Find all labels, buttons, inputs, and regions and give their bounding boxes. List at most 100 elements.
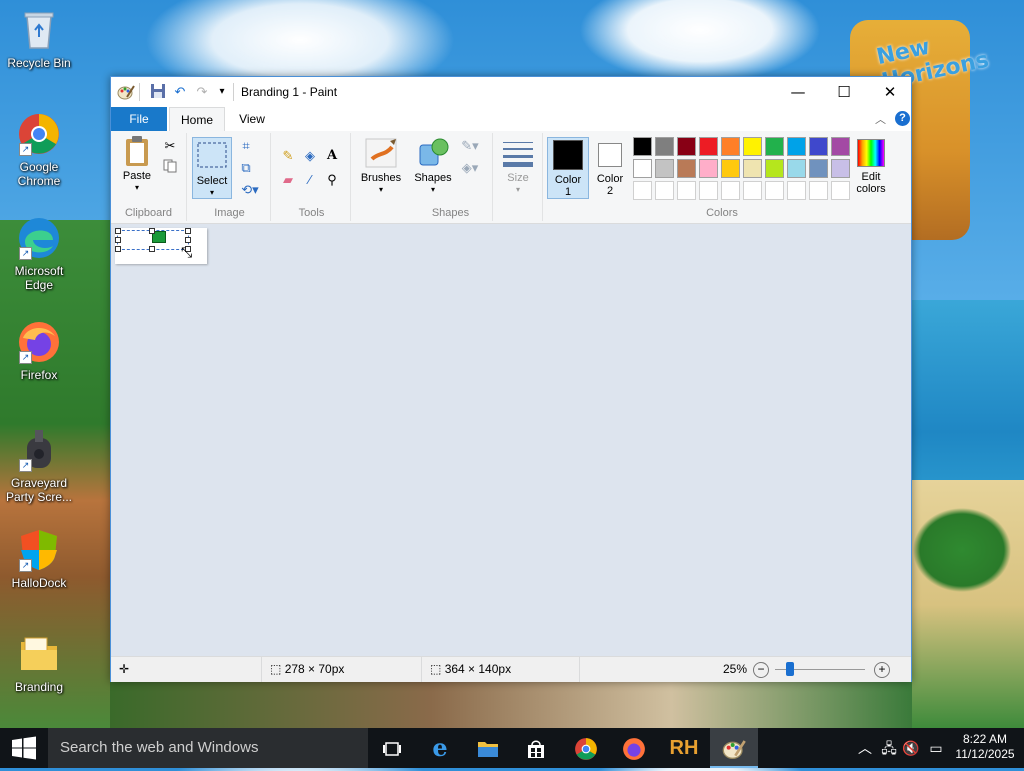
volume-muted-icon[interactable]: 🔇 xyxy=(900,728,922,768)
color-swatch[interactable] xyxy=(787,137,806,156)
resize-handle[interactable] xyxy=(149,228,155,234)
drawing-canvas[interactable]: ⤡ xyxy=(115,228,207,264)
start-button[interactable] xyxy=(0,728,48,768)
color1-button[interactable]: Color 1 xyxy=(547,137,589,199)
color-swatch[interactable] xyxy=(633,159,652,178)
help-icon[interactable]: ? xyxy=(895,111,910,126)
canvas-area[interactable]: ⤡ xyxy=(111,224,911,656)
shapes-button[interactable]: Shapes ▾ xyxy=(413,137,453,196)
color-swatch[interactable] xyxy=(677,137,696,156)
desktop-icon-edge[interactable]: ↗ Microsoft Edge xyxy=(0,216,78,292)
color-swatch[interactable] xyxy=(809,159,828,178)
custom-color-slot[interactable] xyxy=(765,181,784,200)
color-swatch[interactable] xyxy=(765,137,784,156)
firefox-icon[interactable] xyxy=(610,728,658,768)
custom-color-slot[interactable] xyxy=(633,181,652,200)
color-swatch[interactable] xyxy=(743,159,762,178)
maximize-button[interactable]: ☐ xyxy=(821,77,867,107)
magnifier-icon[interactable]: ⚲ xyxy=(323,171,341,189)
color-picker-icon[interactable]: ⁄ xyxy=(301,171,319,189)
color-swatch[interactable] xyxy=(699,159,718,178)
undo-icon[interactable]: ↶ xyxy=(171,83,189,101)
desktop-icon-hallodock[interactable]: ↗ HalloDock xyxy=(0,528,78,590)
copy-icon[interactable] xyxy=(161,159,179,177)
clock[interactable]: 8:22 AM 11/12/2025 xyxy=(950,732,1020,762)
customize-quick-access-icon[interactable]: ▾ xyxy=(213,83,231,101)
custom-color-slot[interactable] xyxy=(809,181,828,200)
custom-color-slot[interactable] xyxy=(787,181,806,200)
select-button[interactable]: Select ▾ xyxy=(192,137,232,199)
color-swatch[interactable] xyxy=(633,137,652,156)
brushes-button[interactable]: Brushes ▾ xyxy=(357,137,405,196)
collapse-ribbon-icon[interactable]: ︿ xyxy=(875,111,886,127)
edit-colors-button[interactable]: Edit colors xyxy=(849,139,893,195)
show-hidden-icons-icon[interactable]: ︿ xyxy=(854,728,876,768)
color-swatch[interactable] xyxy=(721,159,740,178)
desktop-icon-recycle-bin[interactable]: Recycle Bin xyxy=(0,8,78,70)
custom-color-slot[interactable] xyxy=(743,181,762,200)
custom-color-slot[interactable] xyxy=(699,181,718,200)
title-bar[interactable]: ↶ ↷ ▾ Branding 1 - Paint — ☐ ✕ xyxy=(111,77,911,107)
fill-shape-icon[interactable]: ◈▾ xyxy=(457,159,483,177)
fill-icon[interactable]: ◈ xyxy=(301,147,319,165)
desktop-icon-firefox[interactable]: ↗ Firefox xyxy=(0,320,78,382)
size-button[interactable]: Size ▾ xyxy=(497,137,539,196)
zoom-in-button[interactable]: + xyxy=(874,662,890,678)
crop-icon[interactable]: ⌗ xyxy=(237,137,255,155)
paste-button[interactable]: Paste ▾ xyxy=(117,135,157,194)
rotate-icon[interactable]: ⟲▾ xyxy=(237,181,263,199)
color-swatch[interactable] xyxy=(809,137,828,156)
resize-handle[interactable] xyxy=(115,246,121,252)
color-swatch[interactable] xyxy=(765,159,784,178)
custom-color-slot[interactable] xyxy=(831,181,850,200)
network-icon[interactable]: 🖧 xyxy=(878,728,900,768)
color-swatch[interactable] xyxy=(831,137,850,156)
resize-handle[interactable] xyxy=(115,237,121,243)
resize-handle[interactable] xyxy=(185,237,191,243)
resize-icon[interactable]: ⧉ xyxy=(237,159,255,177)
custom-color-slot[interactable] xyxy=(677,181,696,200)
tab-view[interactable]: View xyxy=(229,107,275,131)
paint-icon[interactable] xyxy=(710,728,758,768)
outline-icon[interactable]: ✎▾ xyxy=(457,137,483,155)
action-center-icon[interactable]: ▭ xyxy=(924,728,948,768)
tab-file[interactable]: File xyxy=(111,107,167,131)
cut-icon[interactable]: ✂ xyxy=(161,137,179,155)
file-size-cell xyxy=(579,657,719,682)
close-button[interactable]: ✕ xyxy=(867,77,913,107)
resize-handle[interactable] xyxy=(185,228,191,234)
color-swatch[interactable] xyxy=(655,159,674,178)
eraser-icon[interactable]: ▰ xyxy=(279,171,297,189)
minimize-button[interactable]: — xyxy=(775,77,821,107)
file-explorer-icon[interactable] xyxy=(464,728,512,768)
color-swatch[interactable] xyxy=(787,159,806,178)
color-swatch[interactable] xyxy=(677,159,696,178)
color2-button[interactable]: Color 2 xyxy=(591,139,629,197)
color-swatch[interactable] xyxy=(655,137,674,156)
store-icon[interactable] xyxy=(512,728,560,768)
tab-home[interactable]: Home xyxy=(169,107,225,131)
chrome-icon[interactable] xyxy=(562,728,610,768)
color-swatch[interactable] xyxy=(699,137,718,156)
redo-icon[interactable]: ↷ xyxy=(193,83,211,101)
desktop-icon-branding[interactable]: Branding xyxy=(0,632,78,694)
resize-handle[interactable] xyxy=(115,228,121,234)
rh-icon[interactable]: RH xyxy=(660,728,708,768)
zoom-slider-thumb[interactable] xyxy=(786,662,795,676)
color-swatch[interactable] xyxy=(721,137,740,156)
pencil-icon[interactable]: ✎ xyxy=(279,147,297,165)
desktop-icon-graveyard-party[interactable]: ↗ Graveyard Party Scre... xyxy=(0,428,78,504)
task-view-icon[interactable] xyxy=(368,728,416,768)
custom-color-slot[interactable] xyxy=(655,181,674,200)
color-swatch[interactable] xyxy=(743,137,762,156)
text-icon[interactable]: A xyxy=(323,147,341,165)
resize-handle[interactable] xyxy=(149,246,155,252)
desktop-icon-chrome[interactable]: ↗ Google Chrome xyxy=(0,112,78,188)
save-icon[interactable] xyxy=(149,83,167,101)
zoom-out-button[interactable]: − xyxy=(753,662,769,678)
search-box[interactable]: Search the web and Windows xyxy=(48,728,368,768)
custom-color-slot[interactable] xyxy=(721,181,740,200)
color-swatch[interactable] xyxy=(831,159,850,178)
edge-icon[interactable]: e xyxy=(416,728,464,768)
paint-app-icon[interactable] xyxy=(117,83,135,101)
